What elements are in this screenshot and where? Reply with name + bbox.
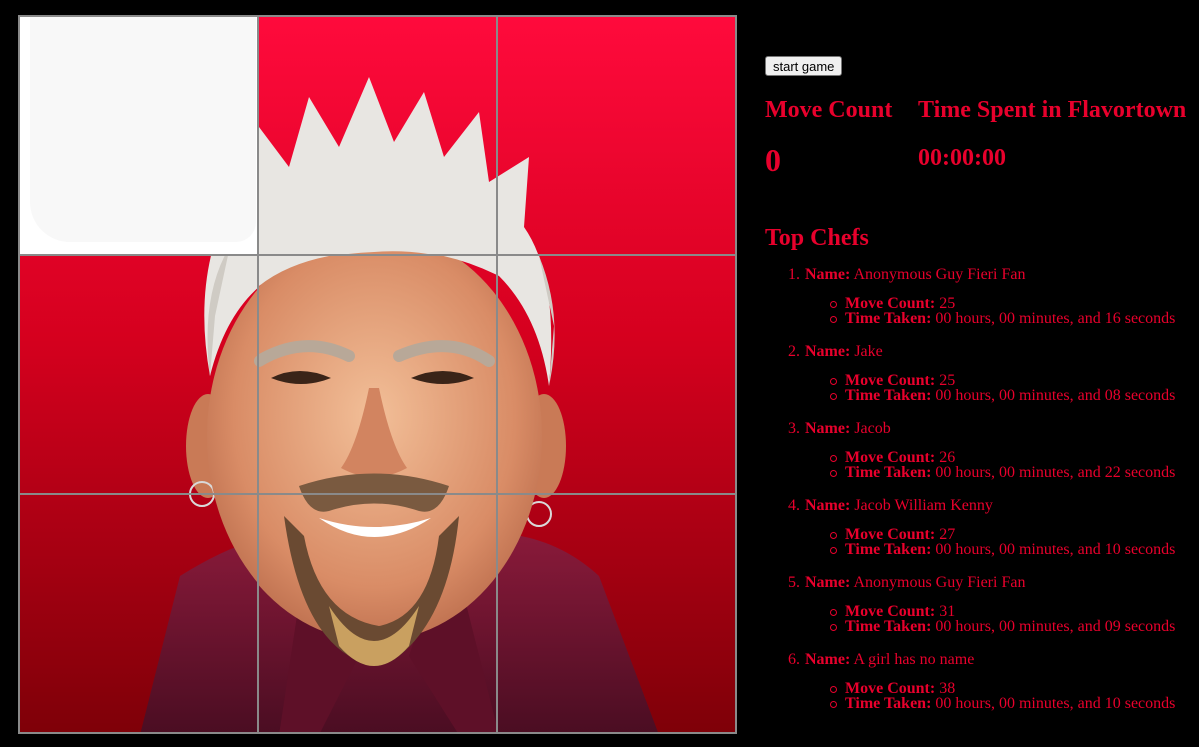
puzzle-image-slice <box>498 256 735 493</box>
puzzle-tile-3[interactable] <box>497 16 736 255</box>
chef-time-label: Time Taken: <box>845 541 932 558</box>
page: start game Move Count 0 Time Spent in Fl… <box>0 0 1199 747</box>
move-count-panel: Move Count 0 <box>765 96 892 176</box>
leaderboard-entry-1: 1. Name: Anonymous Guy Fieri Fan Move Cou… <box>788 265 1176 342</box>
chef-stats: Move Count: 26 Time Taken: 00 hours, 00 … <box>805 450 1176 481</box>
chef-time-label: Time Taken: <box>845 464 932 481</box>
leaderboard-entry-6: 6. Name: A girl has no name Move Count: 3… <box>788 650 1176 727</box>
chef-move-count: Move Count: 26 <box>829 450 1175 466</box>
time-value: 00:00:00 <box>918 145 1006 171</box>
chef-name-line: 3. Name: Jacob <box>788 419 1175 438</box>
move-count-heading: Move Count <box>765 97 893 123</box>
time-heading: Time Spent in Flavortown <box>918 97 1187 123</box>
chef-time-taken: Time Taken: 00 hours, 00 minutes, and 09… <box>829 618 1176 635</box>
chef-time-taken: Time Taken: 00 hours, 00 minutes, and 22… <box>829 464 1176 481</box>
puzzle-tile-5[interactable] <box>258 255 497 494</box>
puzzle-image-slice <box>259 495 496 732</box>
chef-name: Anonymous Guy Fieri Fan <box>853 574 1026 591</box>
chef-time-value: 00 hours, 00 minutes, and 10 seconds <box>935 541 1176 558</box>
chef-name-line: 2. Name: Jake <box>788 342 1175 361</box>
puzzle-tile-7[interactable] <box>19 494 258 733</box>
leaderboard-entry-4: 4. Name: Jacob William Kenny Move Count: … <box>788 496 1176 573</box>
chef-time-label: Time Taken: <box>845 387 932 404</box>
chef-stats: Move Count: 27 Time Taken: 00 hours, 00 … <box>805 527 1176 558</box>
chef-name-label: Name: <box>805 266 851 283</box>
puzzle-image-slice <box>20 256 257 493</box>
empty-tile-shape <box>30 17 256 242</box>
chef-name-line: 1. Name: Anonymous Guy Fieri Fan <box>788 265 1175 284</box>
chef-time-label: Time Taken: <box>845 618 932 635</box>
leaderboard-entry-3: 3. Name: Jacob Move Count: 26 Time Taken:… <box>788 419 1176 496</box>
chef-name-label: Name: <box>805 420 851 437</box>
puzzle-image-slice <box>259 17 496 254</box>
chef-rank: 2. <box>788 343 800 360</box>
chef-time-value: 00 hours, 00 minutes, and 16 seconds <box>935 310 1176 327</box>
chef-time-taken: Time Taken: 00 hours, 00 minutes, and 10… <box>829 695 1176 712</box>
chef-rank: 4. <box>788 497 800 514</box>
chef-name: Jacob <box>854 420 891 437</box>
leaderboard-list: 1. Name: Anonymous Guy Fieri Fan Move Cou… <box>765 265 1175 727</box>
chef-time-taken: Time Taken: 00 hours, 00 minutes, and 08… <box>829 387 1176 404</box>
chef-time-taken: Time Taken: 00 hours, 00 minutes, and 16… <box>829 310 1176 327</box>
chef-name: Jacob William Kenny <box>854 497 993 514</box>
chef-move-count: Move Count: 25 <box>829 373 1175 389</box>
puzzle-image-slice <box>498 495 735 732</box>
puzzle-tile-8[interactable] <box>258 494 497 733</box>
leaderboard-title: Top Chefs <box>765 225 869 251</box>
chef-stats: Move Count: 25 Time Taken: 00 hours, 00 … <box>805 296 1176 327</box>
chef-stats: Move Count: 25 Time Taken: 00 hours, 00 … <box>805 373 1176 404</box>
puzzle-tile-2[interactable] <box>258 16 497 255</box>
chef-stats: Move Count: 31 Time Taken: 00 hours, 00 … <box>805 604 1176 635</box>
chef-time-value: 00 hours, 00 minutes, and 09 seconds <box>935 618 1176 635</box>
chef-time-value: 00 hours, 00 minutes, and 10 seconds <box>935 695 1176 712</box>
chef-move-count: Move Count: 38 <box>829 681 1175 697</box>
chef-name: A girl has no name <box>853 651 975 668</box>
chef-name-label: Name: <box>805 574 851 591</box>
puzzle-tile-4[interactable] <box>19 255 258 494</box>
leaderboard-entry-2: 2. Name: Jake Move Count: 25 Time Taken: … <box>788 342 1176 419</box>
start-game-button[interactable]: start game <box>765 56 843 76</box>
chef-time-value: 00 hours, 00 minutes, and 22 seconds <box>935 464 1176 481</box>
leaderboard-entry-5: 5. Name: Anonymous Guy Fieri Fan Move Cou… <box>788 573 1176 650</box>
time-panel: Time Spent in Flavortown 00:00:00 <box>918 96 1186 170</box>
chef-name-line: 6. Name: A girl has no name <box>788 650 1175 669</box>
chef-name-label: Name: <box>805 651 851 668</box>
chef-time-taken: Time Taken: 00 hours, 00 minutes, and 10… <box>829 541 1176 558</box>
puzzle-image-slice <box>498 17 735 254</box>
puzzle-tile-9[interactable] <box>497 494 736 733</box>
chef-rank: 5. <box>788 574 800 591</box>
puzzle-tile-6[interactable] <box>497 255 736 494</box>
chef-name-label: Name: <box>805 497 851 514</box>
chef-time-value: 00 hours, 00 minutes, and 08 seconds <box>935 387 1176 404</box>
chef-time-label: Time Taken: <box>845 695 932 712</box>
chef-time-label: Time Taken: <box>845 310 932 327</box>
chef-name-line: 4. Name: Jacob William Kenny <box>788 496 1175 515</box>
move-count-value: 0 <box>765 142 781 178</box>
chef-rank: 6. <box>788 651 800 668</box>
puzzle-image-slice <box>259 256 496 493</box>
chef-rank: 3. <box>788 420 800 437</box>
chef-move-count: Move Count: 31 <box>829 604 1175 620</box>
chef-rank: 1. <box>788 266 800 283</box>
puzzle-image-slice <box>20 495 257 732</box>
puzzle-tile-empty[interactable] <box>19 16 258 255</box>
chef-name: Jake <box>854 343 883 360</box>
chef-name: Anonymous Guy Fieri Fan <box>853 266 1026 283</box>
puzzle-board <box>18 15 737 734</box>
chef-name-label: Name: <box>805 343 851 360</box>
chef-move-count: Move Count: 27 <box>829 527 1175 543</box>
chef-stats: Move Count: 38 Time Taken: 00 hours, 00 … <box>805 681 1176 712</box>
chef-name-line: 5. Name: Anonymous Guy Fieri Fan <box>788 573 1175 592</box>
chef-move-count: Move Count: 25 <box>829 296 1175 312</box>
